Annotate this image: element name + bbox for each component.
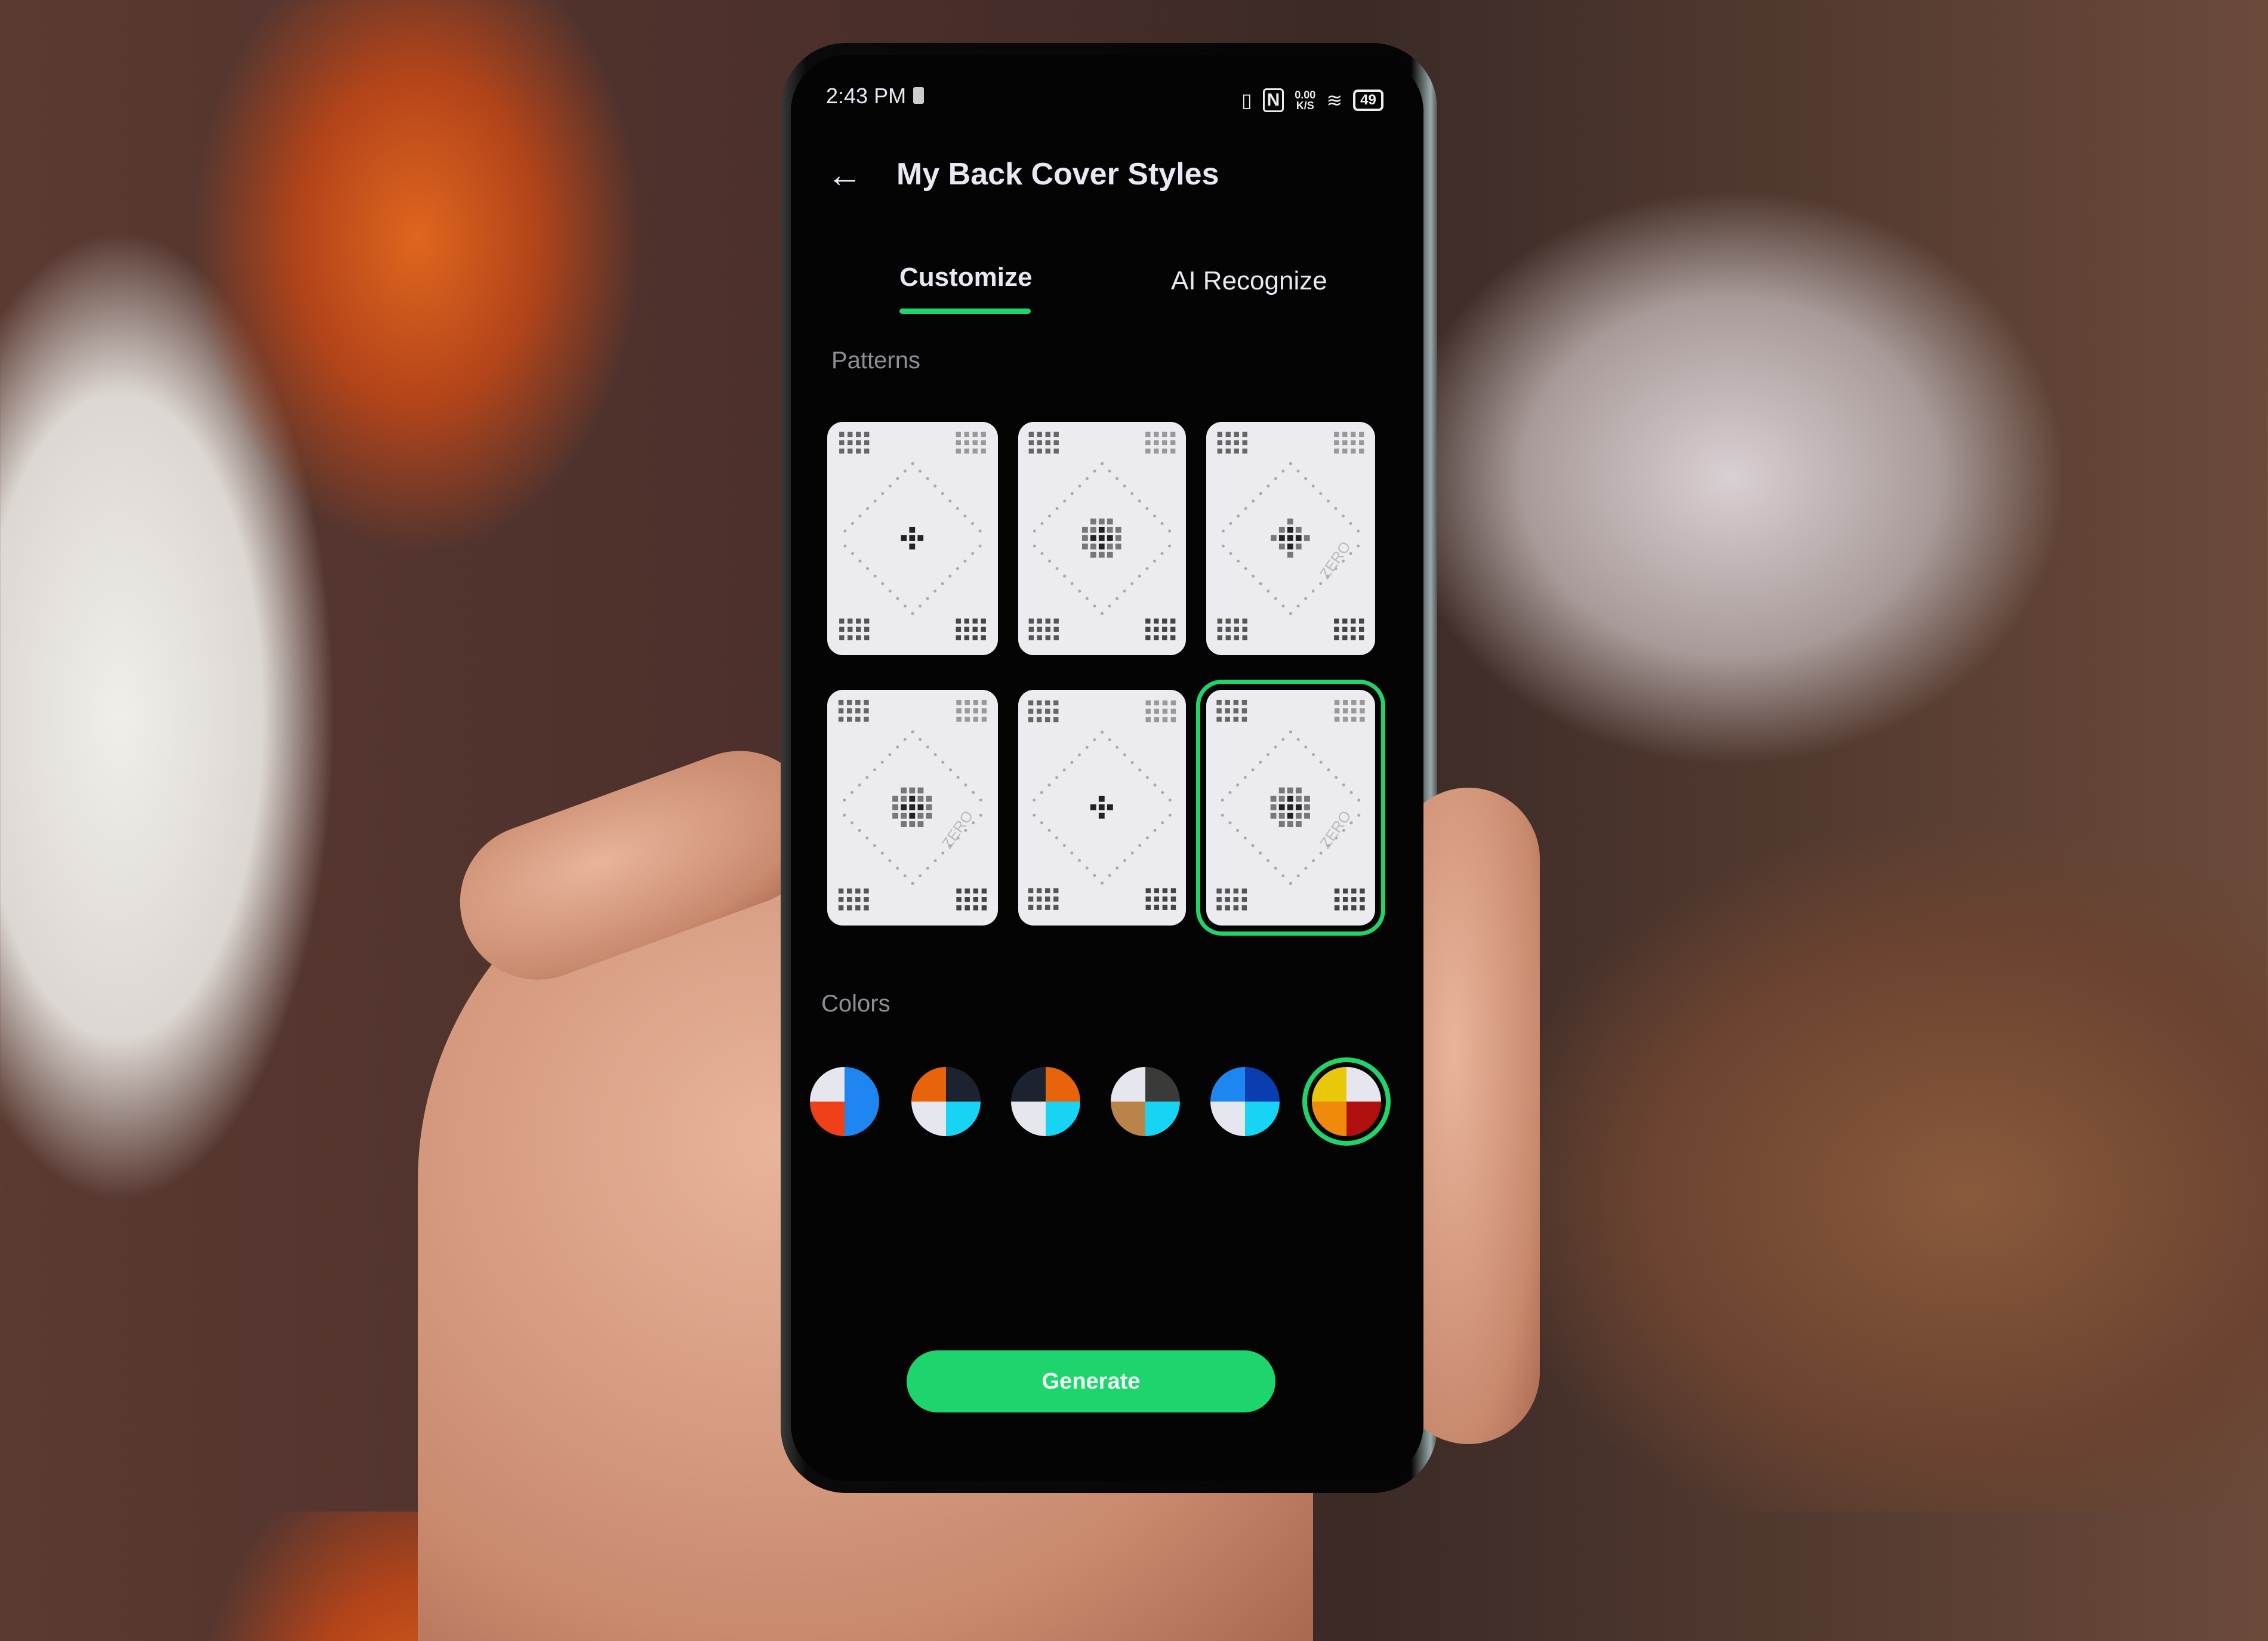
color-swatch[interactable] <box>1011 1067 1080 1136</box>
diamond-pattern-icon: ZERO <box>838 699 987 911</box>
pattern-tile[interactable] <box>1018 422 1186 655</box>
diamond-pattern-icon <box>1028 431 1176 640</box>
tab-customize[interactable]: Customize <box>899 263 1032 292</box>
tab-ai-recognize[interactable]: AI Recognize <box>1171 266 1327 296</box>
zero-watermark: ZERO <box>939 808 976 852</box>
net-speed-unit: K/S <box>1296 100 1314 112</box>
status-icons: ▯ N 0.00 K/S ≋ 49 <box>1241 88 1383 112</box>
diamond-pattern-icon <box>839 431 986 640</box>
nfc-icon: N <box>1262 88 1284 112</box>
color-swatch[interactable] <box>1210 1067 1280 1136</box>
color-swatch[interactable] <box>810 1067 879 1136</box>
pattern-tile[interactable]: ZERO <box>1206 422 1375 655</box>
status-time: 2:43 PM <box>826 84 907 108</box>
colors-label: Colors <box>821 991 890 1017</box>
clipboard-icon <box>913 87 924 104</box>
diamond-pattern-icon: ZERO <box>1216 699 1365 911</box>
arrow-left-icon[interactable]: ← <box>827 154 862 195</box>
diamond-pattern-icon: ZERO <box>1217 431 1364 640</box>
wifi-icon: ≋ <box>1326 90 1343 111</box>
diamond-pattern-icon <box>1028 700 1176 910</box>
patterns-label: Patterns <box>831 347 920 374</box>
active-tab-indicator <box>899 309 1031 314</box>
pattern-tile[interactable] <box>1018 690 1186 926</box>
pattern-tile[interactable]: ZERO <box>1206 690 1375 926</box>
generate-button[interactable]: Generate <box>907 1350 1275 1412</box>
color-swatch[interactable] <box>1111 1067 1180 1136</box>
pattern-tile[interactable] <box>827 422 998 655</box>
color-swatch[interactable] <box>911 1067 981 1136</box>
color-swatch[interactable] <box>1312 1067 1381 1136</box>
zero-watermark: ZERO <box>1317 808 1355 852</box>
battery-icon: 49 <box>1353 90 1383 111</box>
zero-watermark: ZERO <box>1317 539 1354 582</box>
vibrate-icon: ▯ <box>1241 90 1252 111</box>
net-speed-value: 0.00 <box>1295 89 1316 101</box>
pattern-tile[interactable]: ZERO <box>827 690 998 926</box>
page-title: My Back Cover Styles <box>896 157 1219 192</box>
net-speed: 0.00 K/S <box>1295 90 1315 111</box>
